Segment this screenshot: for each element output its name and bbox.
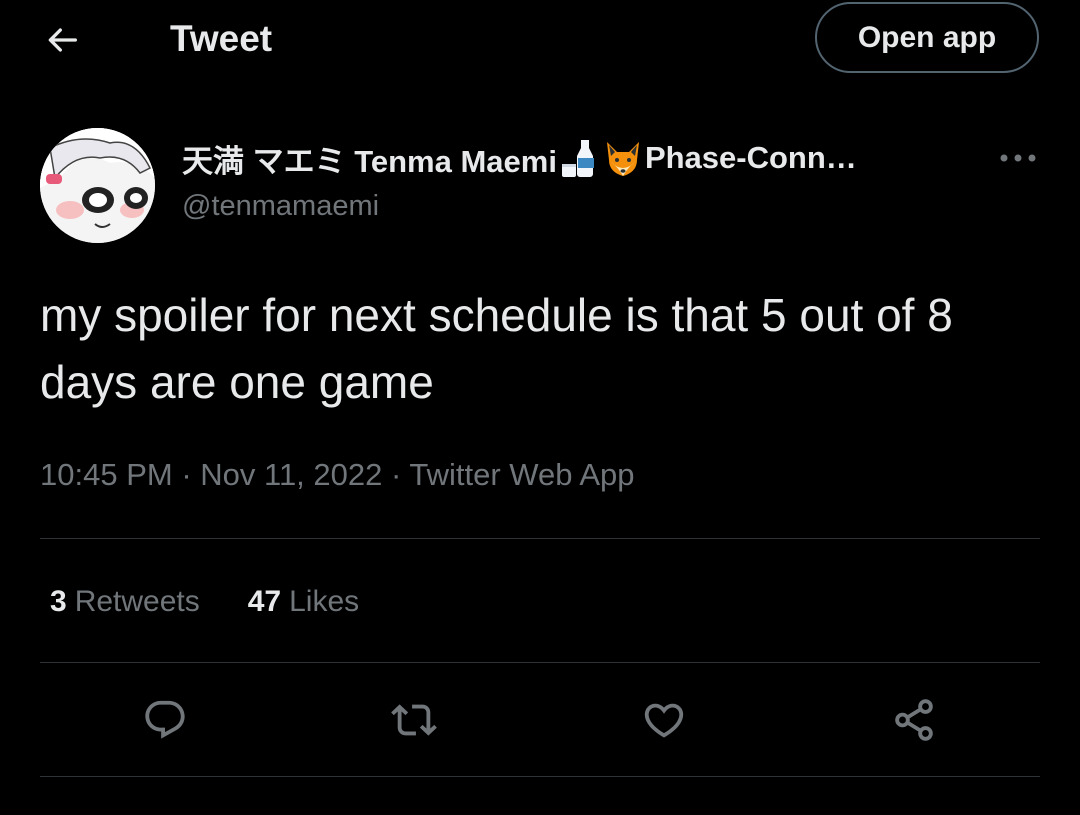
top-bar: Tweet Open app [0, 0, 1080, 80]
tweet-stats: 3 Retweets 47 Likes [50, 582, 407, 622]
divider [40, 662, 1040, 663]
back-arrow-icon [48, 28, 77, 52]
retweets-stat[interactable]: 3 Retweets [50, 582, 200, 622]
avatar-image [40, 128, 155, 243]
retweet-button[interactable] [390, 696, 438, 744]
like-button[interactable] [640, 696, 688, 744]
tweet-meta: 10:45 PM · Nov 11, 2022 · Twitter Web Ap… [40, 455, 635, 495]
author-name-text: 天満 マエミ Tenma Maemi [182, 143, 557, 179]
more-options-button[interactable] [995, 142, 1041, 174]
reply-button[interactable] [141, 696, 189, 744]
meta-separator: · [172, 457, 201, 492]
likes-label: Likes [289, 585, 360, 618]
author-name-suffix: Phase-Conn… [644, 140, 857, 175]
sake-bottle-icon [561, 140, 594, 177]
retweet-icon [391, 704, 437, 736]
tweet-text: my spoiler for next schedule is that 5 o… [40, 289, 953, 408]
more-dots-icon [1000, 154, 1036, 162]
retweets-count: 3 [50, 585, 67, 618]
page-title: Tweet [170, 18, 273, 59]
author-handle[interactable]: @tenmamaemi [182, 188, 379, 224]
fox-face-icon [606, 142, 639, 176]
share-button[interactable] [890, 696, 938, 744]
back-button[interactable] [40, 20, 84, 60]
tweet-time[interactable]: 10:45 PM [40, 457, 173, 492]
open-app-button[interactable]: Open app [815, 2, 1039, 73]
reply-icon [145, 700, 185, 739]
meta-separator: · [382, 457, 410, 492]
likes-stat[interactable]: 47 Likes [248, 582, 359, 622]
tweet-actions [0, 690, 1080, 750]
tweet-date[interactable]: Nov 11, 2022 [200, 457, 382, 492]
avatar[interactable] [40, 128, 155, 243]
likes-count: 47 [247, 585, 282, 618]
divider [40, 776, 1040, 777]
share-icon [895, 699, 933, 741]
like-icon [644, 703, 684, 738]
retweets-label: Retweets [74, 585, 200, 618]
author-name[interactable]: 天満 マエミ Tenma Maemi Phase-Conn… [182, 137, 857, 179]
divider [40, 538, 1040, 539]
tweet-source[interactable]: Twitter Web App [409, 457, 634, 492]
